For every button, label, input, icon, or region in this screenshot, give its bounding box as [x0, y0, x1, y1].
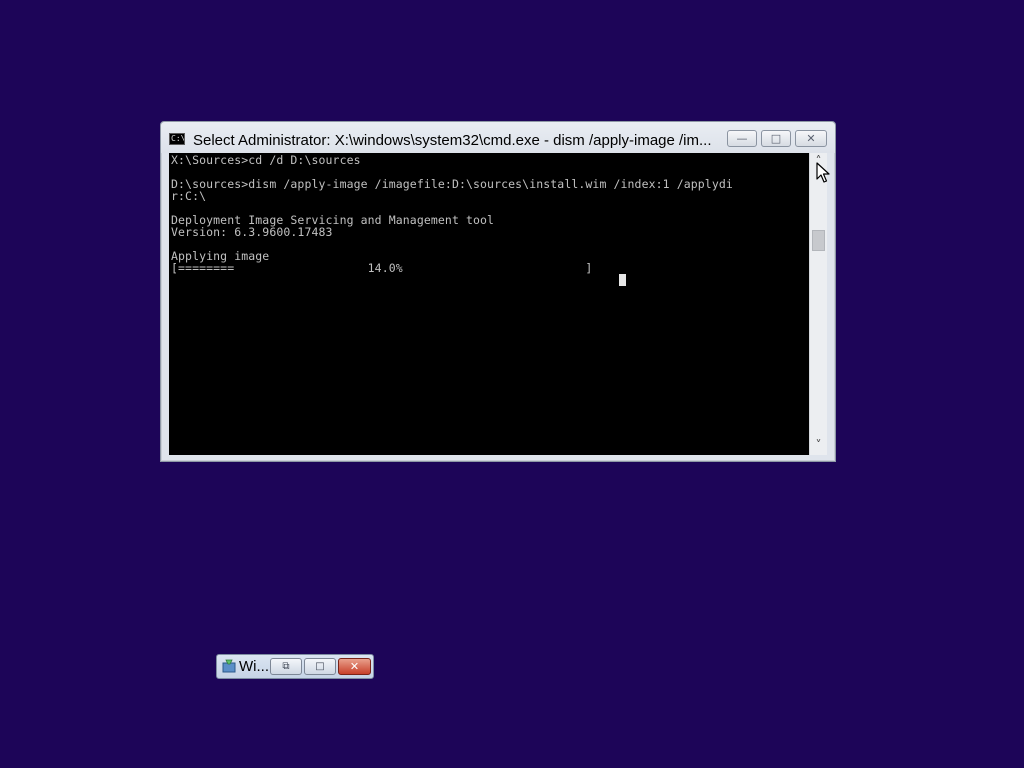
console-line: X:\Sources>cd /d D:\sources: [171, 153, 361, 167]
close-button[interactable]: ✕: [338, 658, 371, 675]
close-button[interactable]: ✕: [795, 130, 827, 147]
cmd-icon: C:\: [169, 133, 185, 145]
console-area[interactable]: X:\Sources>cd /d D:\sources D:\sources>d…: [169, 153, 827, 455]
setup-icon: [222, 659, 236, 673]
minimize-button[interactable]: —: [727, 130, 757, 147]
console-line: D:\sources>dism /apply-image /imagefile:…: [171, 177, 733, 191]
title-bar[interactable]: C:\ Select Administrator: X:\windows\sys…: [161, 122, 835, 153]
console-line: r:C:\: [171, 189, 207, 203]
minimized-window-title: Wi...: [239, 658, 269, 675]
text-cursor: [619, 274, 626, 286]
maximize-button[interactable]: □: [304, 658, 336, 675]
console-output[interactable]: X:\Sources>cd /d D:\sources D:\sources>d…: [169, 153, 809, 455]
window-title: Select Administrator: X:\windows\system3…: [193, 132, 712, 149]
cmd-window: C:\ Select Administrator: X:\windows\sys…: [160, 121, 836, 462]
scroll-down-arrow-icon[interactable]: ˅: [810, 437, 827, 454]
maximize-button[interactable]: □: [761, 130, 791, 147]
desktop: C:\ Select Administrator: X:\windows\sys…: [0, 0, 1024, 768]
progress-line: [======== 14.0% ]: [171, 261, 593, 275]
minimized-setup-window[interactable]: Wi... ⧉ □ ✕: [216, 654, 374, 679]
mouse-pointer-icon: [816, 162, 830, 183]
vertical-scrollbar[interactable]: ˄ ˅: [809, 153, 827, 455]
console-line: Version: 6.3.9600.17483: [171, 225, 333, 239]
restore-button[interactable]: ⧉: [270, 658, 302, 675]
scroll-thumb[interactable]: [812, 230, 825, 251]
